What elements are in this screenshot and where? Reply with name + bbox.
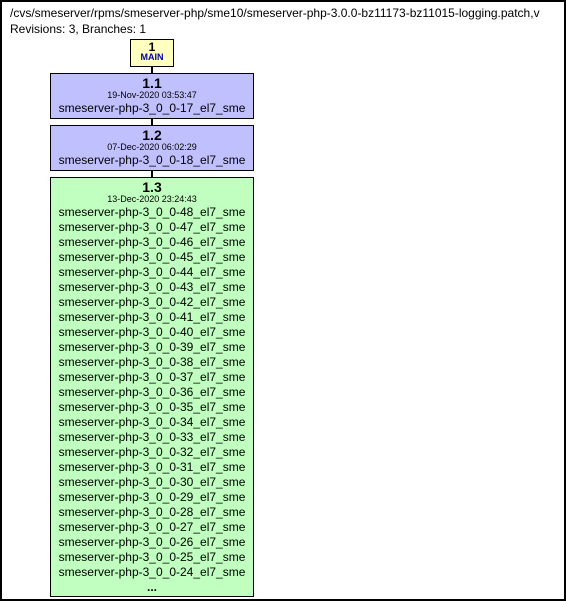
revision-tag: smeserver-php-3_0_0-39_el7_sme: [55, 340, 249, 355]
revision-tag: smeserver-php-3_0_0-30_el7_sme: [55, 475, 249, 490]
revision-tag: smeserver-php-3_0_0-45_el7_sme: [55, 250, 249, 265]
revision-tag: smeserver-php-3_0_0-41_el7_sme: [55, 310, 249, 325]
revision-tag: smeserver-php-3_0_0-26_el7_sme: [55, 535, 249, 550]
revision-tag: smeserver-php-3_0_0-47_el7_sme: [55, 220, 249, 235]
revision-date: 13-Dec-2020 23:24:43: [55, 195, 249, 204]
revision-date: 19-Nov-2020 03:53:47: [55, 91, 249, 100]
revision-tag: smeserver-php-3_0_0-40_el7_sme: [55, 325, 249, 340]
revision-date: 07-Dec-2020 06:02:29: [55, 143, 249, 152]
revision-node: 1.119-Nov-2020 03:53:47smeserver-php-3_0…: [50, 73, 254, 119]
revision-tag: smeserver-php-3_0_0-43_el7_sme: [55, 280, 249, 295]
revision-tag: smeserver-php-3_0_0-42_el7_sme: [55, 295, 249, 310]
revision-tag: smeserver-php-3_0_0-18_el7_sme: [55, 153, 249, 168]
revision-tag: smeserver-php-3_0_0-46_el7_sme: [55, 235, 249, 250]
file-path: /cvs/smeserver/rpms/smeserver-php/sme10/…: [10, 6, 556, 22]
revision-version: 1.3: [55, 180, 249, 194]
revision-tag: smeserver-php-3_0_0-29_el7_sme: [55, 490, 249, 505]
revision-version: 1.1: [55, 76, 249, 90]
diagram-container: /cvs/smeserver/rpms/smeserver-php/sme10/…: [0, 0, 566, 601]
revision-tag: smeserver-php-3_0_0-33_el7_sme: [55, 430, 249, 445]
main-branch-label: MAIN: [131, 53, 173, 62]
revision-tag: smeserver-php-3_0_0-27_el7_sme: [55, 520, 249, 535]
revision-node: 1.313-Dec-2020 23:24:43smeserver-php-3_0…: [50, 177, 254, 597]
revision-tag: smeserver-php-3_0_0-35_el7_sme: [55, 400, 249, 415]
revision-version: 1.2: [55, 128, 249, 142]
revision-tag: smeserver-php-3_0_0-36_el7_sme: [55, 385, 249, 400]
revision-tag: smeserver-php-3_0_0-38_el7_sme: [55, 355, 249, 370]
revision-tag: smeserver-php-3_0_0-37_el7_sme: [55, 370, 249, 385]
main-branch-node: 1 MAIN: [130, 39, 174, 67]
revision-tag: smeserver-php-3_0_0-48_el7_sme: [55, 205, 249, 220]
revision-tag: smeserver-php-3_0_0-28_el7_sme: [55, 505, 249, 520]
revision-tag: smeserver-php-3_0_0-44_el7_sme: [55, 265, 249, 280]
revisions-summary: Revisions: 3, Branches: 1: [10, 22, 556, 38]
revision-tag: smeserver-php-3_0_0-32_el7_sme: [55, 445, 249, 460]
revision-node: 1.207-Dec-2020 06:02:29smeserver-php-3_0…: [50, 125, 254, 171]
ellipsis-icon: ...: [55, 580, 249, 594]
revision-tag: smeserver-php-3_0_0-17_el7_sme: [55, 101, 249, 116]
revision-tag: smeserver-php-3_0_0-25_el7_sme: [55, 550, 249, 565]
revision-tag: smeserver-php-3_0_0-34_el7_sme: [55, 415, 249, 430]
revision-tag: smeserver-php-3_0_0-31_el7_sme: [55, 460, 249, 475]
revision-tag: smeserver-php-3_0_0-24_el7_sme: [55, 565, 249, 580]
